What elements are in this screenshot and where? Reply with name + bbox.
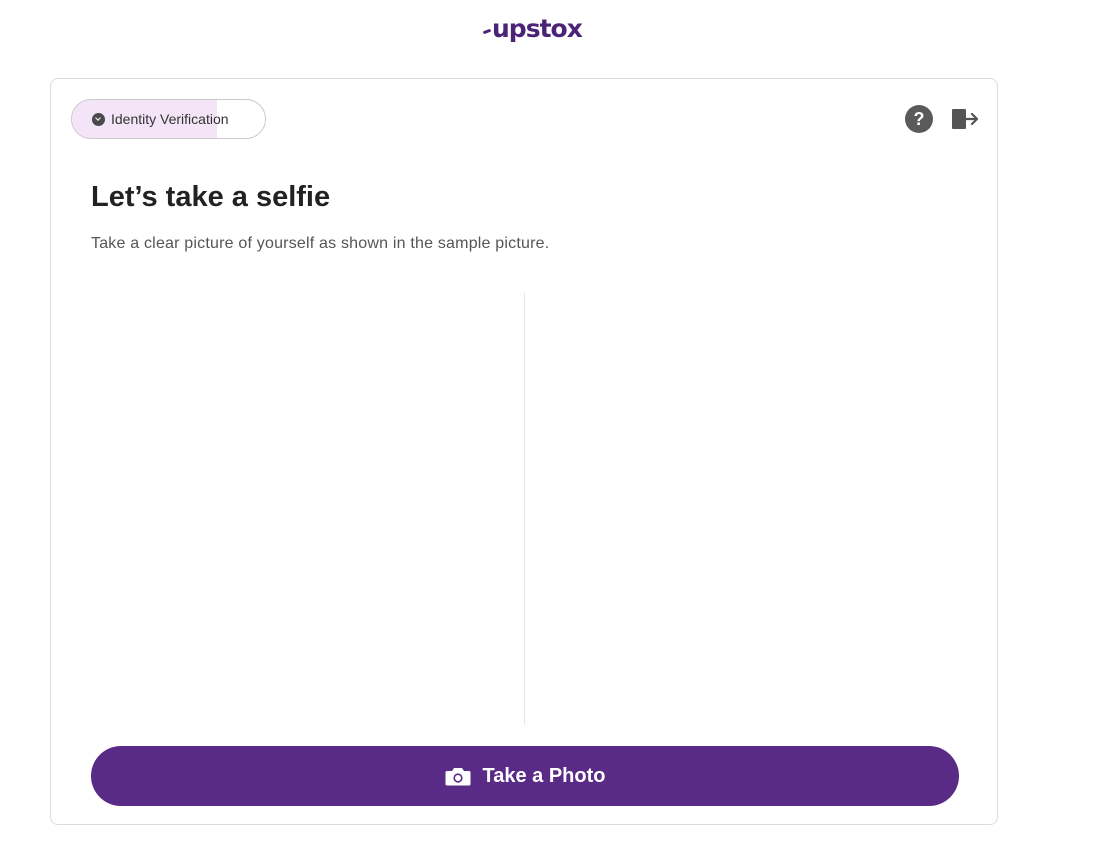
take-photo-label: Take a Photo (482, 764, 606, 787)
page-description: Take a clear picture of yourself as show… (91, 235, 550, 252)
logo-swoosh (482, 28, 492, 34)
logo-text: upstox (492, 13, 583, 43)
camera-icon (445, 768, 470, 786)
upstox-logo: upstox (482, 10, 583, 46)
step-progress-pill: Identity Verification (71, 99, 266, 139)
logout-icon[interactable] (951, 107, 979, 131)
selfie-card: Identity Verification ? Let’s take a sel… (50, 78, 998, 825)
help-icon[interactable]: ? (905, 105, 933, 133)
check-circle-icon (92, 112, 105, 126)
page-title: Let’s take a selfie (91, 181, 331, 213)
help-glyph: ? (913, 108, 925, 129)
take-photo-button[interactable]: Take a Photo (91, 746, 959, 806)
page: upstox Identity Verification ? Let’s tak… (0, 0, 1097, 850)
progress-content: Identity Verification (72, 100, 265, 138)
step-label: Identity Verification (111, 111, 229, 127)
sample-divider (524, 293, 525, 725)
